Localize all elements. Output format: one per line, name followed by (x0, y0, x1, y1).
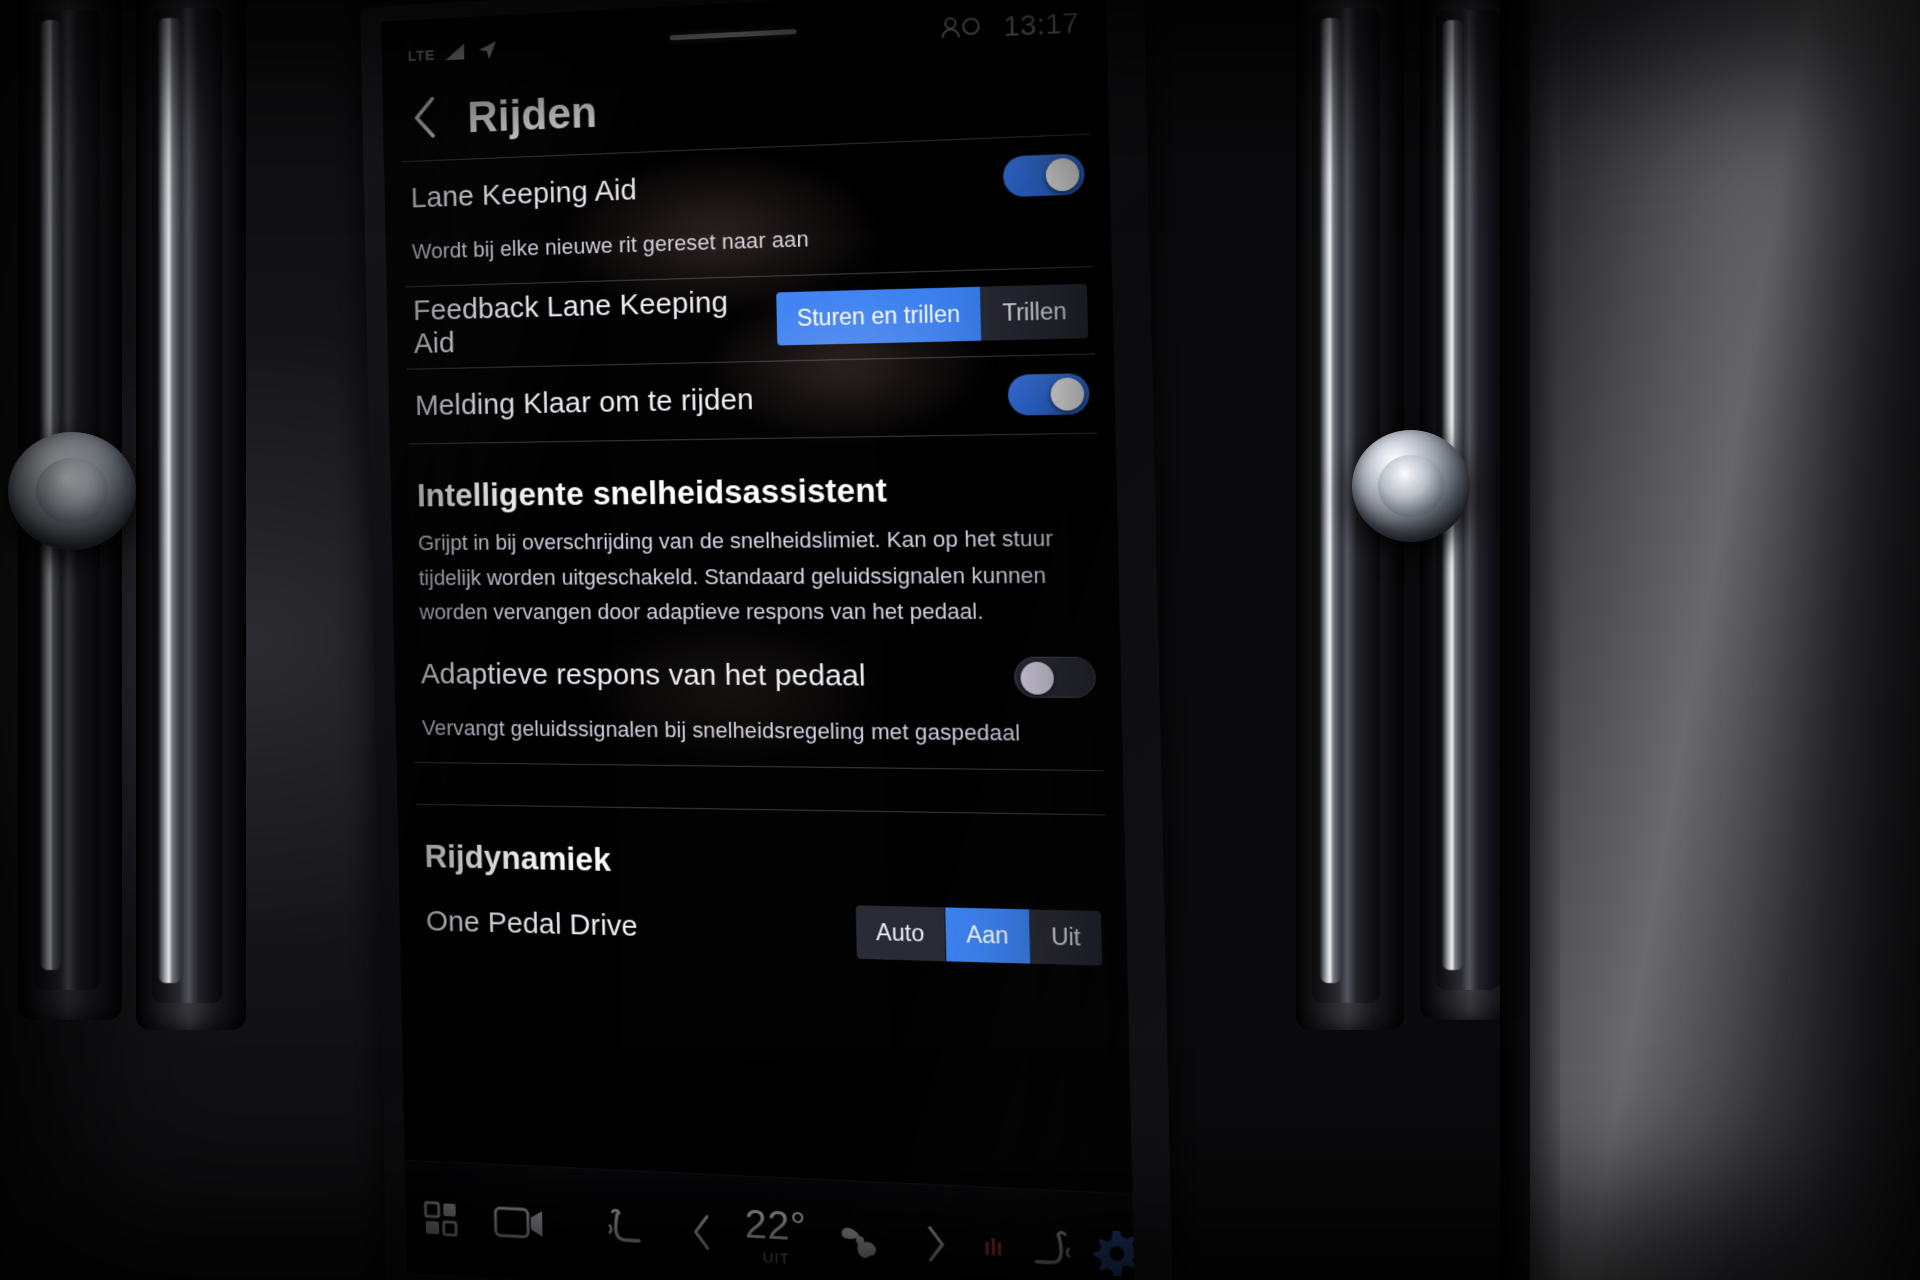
dashboard-right-panel (1530, 0, 1920, 1280)
segment-uit[interactable]: Uit (1029, 909, 1103, 967)
section-title-speed-assist: Intelligente snelheidsassistent (416, 471, 888, 514)
dashboard-photo: LTE 13:17 Rijden Lane Keeping Aid Wordt … (0, 0, 1920, 1280)
chevron-right-icon[interactable] (921, 1223, 948, 1265)
profile-icon[interactable] (941, 14, 981, 43)
segment-auto[interactable]: Auto (855, 905, 947, 962)
feedback-lane-keeping-aid-segmented[interactable]: Sturen en trillen Trillen (776, 283, 1089, 346)
seat-heater-left-icon[interactable] (603, 1203, 651, 1253)
row-one-pedal-drive[interactable]: One Pedal Drive Auto Aan Uit (414, 884, 1113, 978)
segment-sturen-en-trillen[interactable]: Sturen en trillen (776, 286, 983, 346)
chrome-trim-right-inner (1320, 18, 1342, 983)
status-bar-left: LTE (408, 38, 500, 71)
fan-icon[interactable] (834, 1214, 886, 1265)
settings-list: Lane Keeping Aid Wordt bij elke nieuwe r… (384, 133, 1128, 979)
row-adaptieve-respons-van-het-pedaal[interactable]: Adaptieve respons van het pedaal (409, 638, 1107, 717)
page-title: Rijden (466, 87, 598, 142)
lte-label: LTE (407, 46, 435, 65)
signal-bars-icon (443, 41, 468, 67)
vent-knob-left[interactable] (8, 432, 136, 550)
melding-klaar-om-te-rijden-label: Melding Klaar om te rijden (414, 383, 755, 423)
one-pedal-drive-segmented[interactable]: Auto Aan Uit (855, 905, 1103, 967)
segment-trillen[interactable]: Trillen (981, 283, 1089, 341)
segment-aan[interactable]: Aan (945, 907, 1031, 965)
melding-klaar-om-te-rijden-toggle[interactable] (1007, 373, 1090, 416)
row-melding-klaar-om-te-rijden[interactable]: Melding Klaar om te rijden (403, 354, 1101, 443)
back-chevron-icon[interactable] (411, 95, 440, 146)
toggle-thumb (1020, 661, 1055, 695)
seat-heater-right-icon[interactable] (1027, 1224, 1076, 1276)
display-screen: LTE 13:17 Rijden Lane Keeping Aid Wordt … (380, 0, 1136, 1280)
temperature-value: 22° (744, 1201, 807, 1250)
lane-keeping-aid-label: Lane Keeping Aid (410, 173, 638, 215)
drag-handle[interactable] (669, 28, 797, 41)
chrome-trim-left-inner (158, 18, 182, 983)
fan-status-label: UIT (762, 1248, 790, 1268)
dashboard-right-shadow (1500, 0, 1560, 1280)
temperature-display[interactable]: 22° UIT (744, 1201, 807, 1268)
heat-level-icon (985, 1237, 1002, 1256)
clock: 13:17 (1003, 6, 1080, 43)
camera-icon[interactable] (492, 1200, 546, 1244)
adaptieve-respons-label: Adaptieve respons van het pedaal (420, 657, 867, 693)
lane-keeping-aid-toggle[interactable] (1002, 153, 1085, 198)
adaptieve-respons-toggle[interactable] (1013, 656, 1097, 698)
climate-bar: 22° UIT (404, 1159, 1136, 1280)
adaptieve-respons-sublabel: Vervangt geluidssignalen bij snelheidsre… (421, 715, 1021, 746)
app-grid-icon[interactable] (419, 1195, 463, 1242)
status-bar-right: 13:17 (941, 7, 1079, 46)
one-pedal-drive-label: One Pedal Drive (425, 904, 639, 943)
gear-icon[interactable] (1090, 1223, 1136, 1280)
navigation-arrow-icon (476, 38, 499, 67)
toggle-thumb (1045, 157, 1080, 192)
infotainment-display: LTE 13:17 Rijden Lane Keeping Aid Wordt … (360, 0, 1174, 1280)
chevron-left-icon[interactable] (689, 1211, 715, 1252)
section-description-speed-assist: Grijpt in bij overschrijding van de snel… (417, 525, 1054, 625)
feedback-lane-keeping-aid-label: Feedback Lane Keeping Aid (412, 285, 729, 360)
vent-knob-right[interactable] (1352, 430, 1470, 542)
toggle-thumb (1050, 377, 1085, 411)
